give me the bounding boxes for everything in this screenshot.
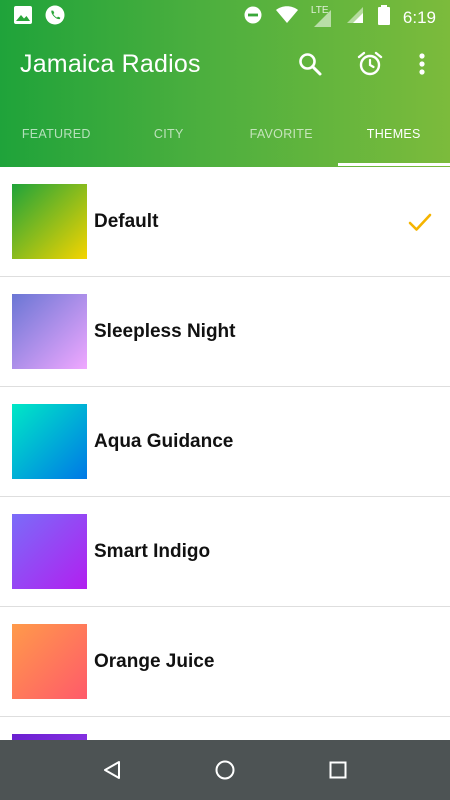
battery-icon xyxy=(377,4,391,31)
theme-swatch xyxy=(12,294,87,369)
search-icon[interactable] xyxy=(296,50,324,78)
status-time: 6:19 xyxy=(402,7,436,27)
theme-item-smart-indigo[interactable]: Smart Indigo xyxy=(0,497,450,607)
tab-themes-label: THEMES xyxy=(366,126,421,141)
tab-themes[interactable]: THEMES xyxy=(337,100,450,167)
theme-swatch xyxy=(12,514,87,589)
more-vert-icon[interactable] xyxy=(408,50,436,78)
theme-name: Default xyxy=(94,211,159,232)
toolbar: Jamaica Radios xyxy=(0,32,450,100)
theme-item-default[interactable]: Default xyxy=(0,167,450,277)
theme-name: Sleepless Night xyxy=(94,321,236,342)
recents-icon[interactable] xyxy=(326,758,350,782)
system-nav-bar xyxy=(0,740,450,800)
tab-featured[interactable]: FEATURED xyxy=(0,100,113,167)
back-icon[interactable] xyxy=(100,758,124,782)
theme-swatch xyxy=(12,404,87,479)
theme-list: Default Sleepless Night Aqua Guidance Sm… xyxy=(0,167,450,740)
theme-name: Smart Indigo xyxy=(94,541,211,562)
app-title: Jamaica Radios xyxy=(20,50,201,78)
theme-item-orange-juice[interactable]: Orange Juice xyxy=(0,607,450,717)
wifi-icon xyxy=(275,5,299,30)
do-not-disturb-icon xyxy=(243,5,263,30)
home-icon[interactable] xyxy=(213,758,237,782)
tab-indicator xyxy=(337,163,450,166)
status-bar: LTE 6:19 xyxy=(0,0,450,32)
image-icon xyxy=(12,4,34,31)
theme-name: Aqua Guidance xyxy=(94,431,234,452)
alarm-icon[interactable] xyxy=(356,50,384,78)
theme-swatch xyxy=(12,184,87,259)
theme-swatch xyxy=(12,624,87,699)
tab-favorite[interactable]: FAVORITE xyxy=(225,100,338,167)
whatsapp-icon xyxy=(44,4,66,31)
tab-city[interactable]: CITY xyxy=(113,100,226,167)
signal-icon xyxy=(345,5,365,30)
check-icon xyxy=(408,213,432,231)
signal-icon: LTE xyxy=(311,5,333,29)
theme-item-aqua-guidance[interactable]: Aqua Guidance xyxy=(0,387,450,497)
theme-item-sleepless-night[interactable]: Sleepless Night xyxy=(0,277,450,387)
theme-item-partial[interactable] xyxy=(0,717,450,740)
tab-bar: FEATURED CITY FAVORITE THEMES xyxy=(0,100,450,167)
theme-name: Orange Juice xyxy=(94,651,215,672)
